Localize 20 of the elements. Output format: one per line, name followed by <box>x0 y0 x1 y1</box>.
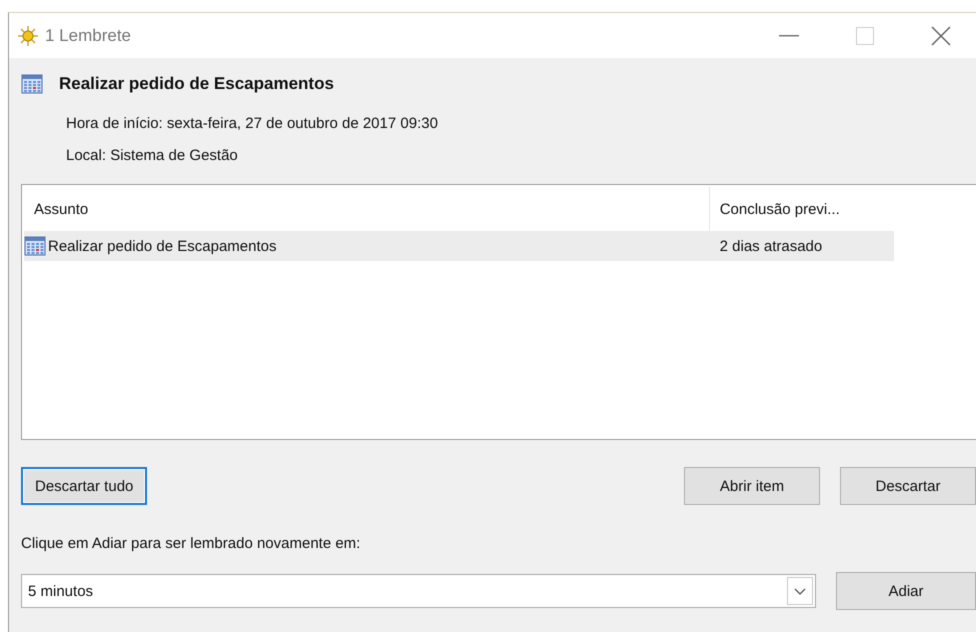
dismiss-button[interactable]: Descartar <box>840 467 976 505</box>
snooze-button[interactable]: Adiar <box>836 572 976 610</box>
open-item-button[interactable]: Abrir item <box>684 467 820 505</box>
calendar-icon <box>21 74 43 94</box>
snooze-dropdown[interactable]: 5 minutos <box>21 574 816 608</box>
reminder-row[interactable]: Realizar pedido de Escapamentos 2 dias atrasado <box>24 231 894 261</box>
start-time-text: Hora de início: sexta-feira, 27 de outubro de 2017 09:30 <box>66 114 439 134</box>
due-cell: 2 dias atrasado <box>720 238 822 254</box>
subject-cell: Realizar pedido de Escapamentos <box>48 238 276 254</box>
location-text: Local: Sistema de Gestão <box>66 146 239 166</box>
dismiss-all-button[interactable]: Descartar tudo <box>21 467 148 505</box>
chevron-down-icon <box>794 588 806 594</box>
window-title: 1 Lembrete <box>45 26 132 46</box>
snooze-prompt: Clique em Adiar para ser lembrado novamente em: <box>21 534 362 554</box>
maximize-icon <box>856 26 874 44</box>
minimize-icon <box>779 34 799 36</box>
reminder-title: Realizar pedido de Escapamentos <box>59 74 334 94</box>
calendar-icon <box>24 236 46 256</box>
column-header[interactable]: Conclusão previ... <box>710 187 894 231</box>
close-icon <box>931 26 951 46</box>
